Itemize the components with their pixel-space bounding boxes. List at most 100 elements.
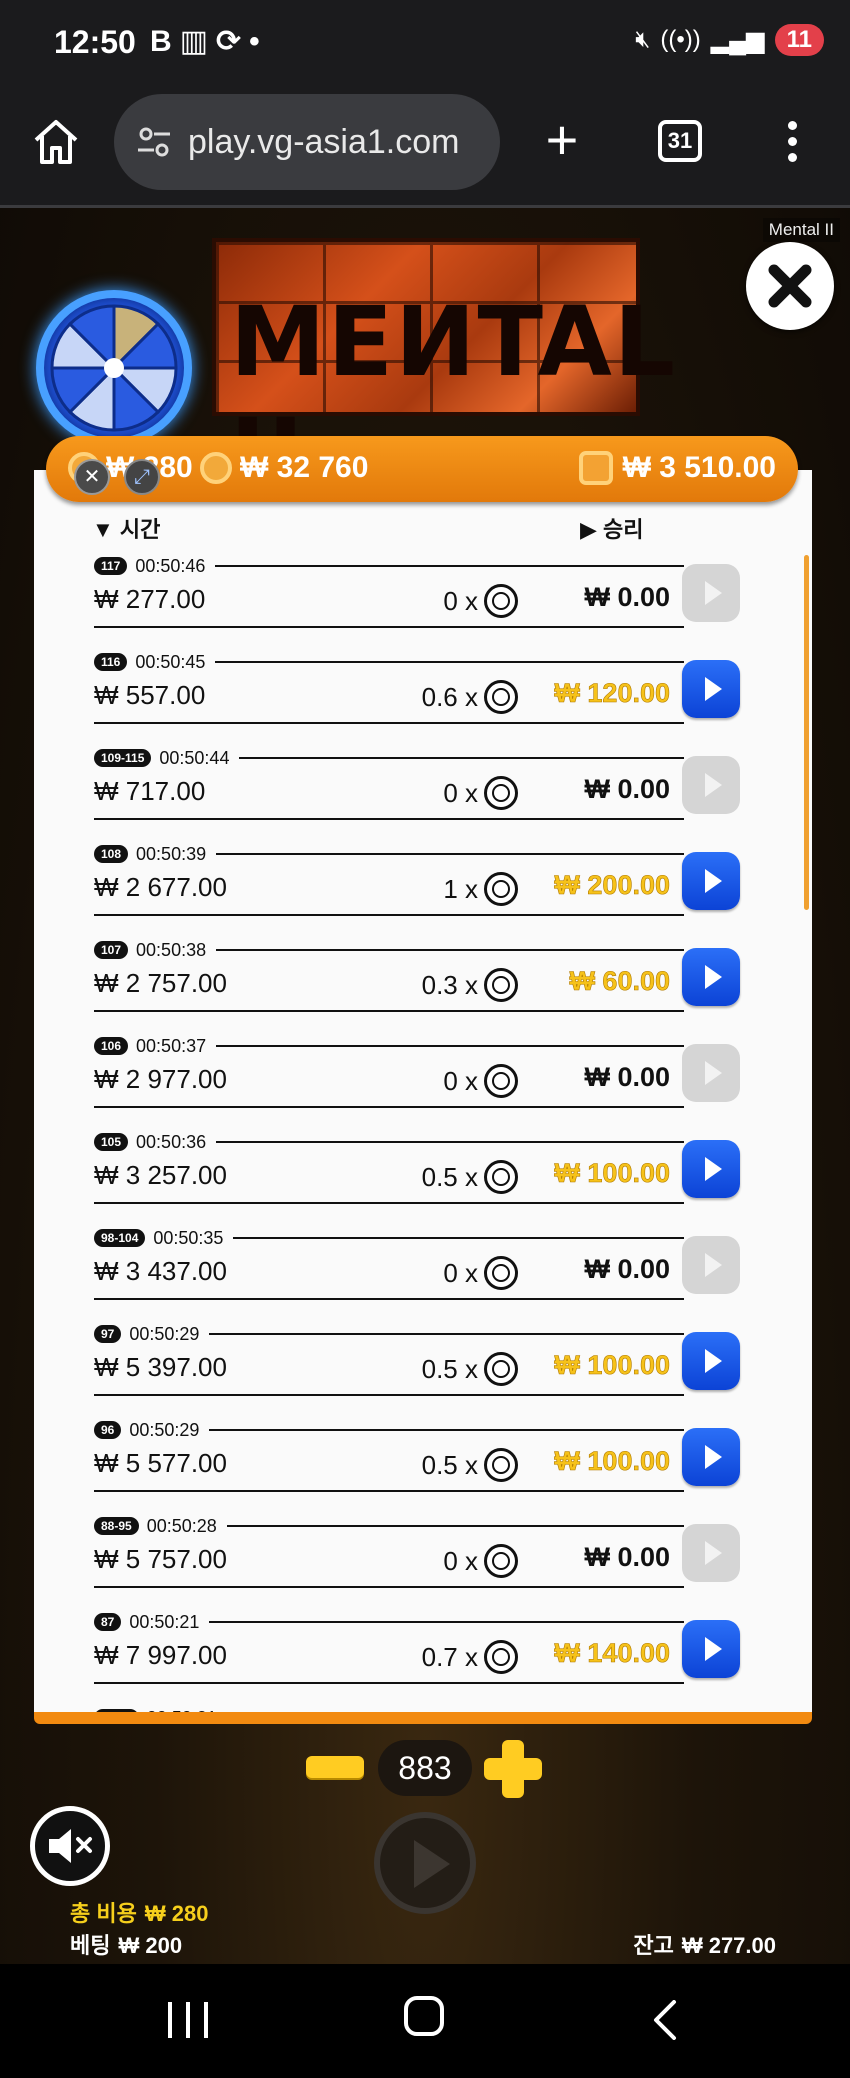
row-time: 00:50:21 bbox=[129, 1611, 200, 1632]
spin-count: 883 bbox=[378, 1740, 472, 1796]
close-game-button[interactable] bbox=[746, 242, 834, 330]
coin-icon bbox=[484, 584, 518, 618]
replay-button[interactable] bbox=[682, 660, 740, 718]
coin-icon bbox=[484, 1352, 518, 1386]
round-badge: 98-104 bbox=[94, 1229, 146, 1247]
replay-button[interactable] bbox=[682, 1332, 740, 1390]
divider bbox=[94, 818, 684, 820]
mute-icon: 🔇︎ bbox=[635, 26, 651, 53]
row-bet: ₩ 2 677.00 bbox=[94, 872, 227, 902]
status-time: 12:50 bbox=[54, 24, 136, 60]
sort-time-header[interactable]: ▼ 시간 bbox=[92, 512, 160, 544]
row-win: ₩ 120.00 bbox=[554, 678, 670, 709]
row-bet: ₩ 557.00 bbox=[94, 680, 206, 710]
divider bbox=[94, 1682, 684, 1684]
replay-button[interactable] bbox=[682, 852, 740, 910]
new-tab-button[interactable]: + bbox=[540, 112, 584, 168]
decrease-bet-button[interactable] bbox=[306, 1756, 364, 1778]
replay-button[interactable] bbox=[682, 1620, 740, 1678]
row-multiplier: 0 x bbox=[443, 584, 518, 618]
round-badge: 88-95 bbox=[94, 1517, 139, 1535]
site-settings-icon[interactable] bbox=[134, 122, 174, 162]
replay-button[interactable] bbox=[682, 948, 740, 1006]
coin-icon bbox=[484, 1544, 518, 1578]
divider bbox=[209, 1333, 684, 1335]
row-time: 00:50:46 bbox=[135, 555, 206, 576]
row-time: 00:50:37 bbox=[136, 1035, 207, 1056]
history-row: 88-95 00:50:28 ₩ 5 757.00 0 x ₩ 0.00 bbox=[94, 1514, 794, 1610]
coin-icon bbox=[484, 680, 518, 714]
close-history-icon[interactable]: ✕ bbox=[74, 459, 110, 495]
row-win: ₩ 100.00 bbox=[554, 1446, 670, 1477]
divider bbox=[94, 1586, 684, 1588]
divider bbox=[94, 722, 684, 724]
row-win: ₩ 0.00 bbox=[584, 582, 670, 612]
sort-win-header[interactable]: ▶ 승리 bbox=[580, 512, 644, 544]
row-meta: 96 00:50:29 bbox=[94, 1418, 684, 1442]
history-row: 107 00:50:38 ₩ 2 757.00 0.3 x ₩ 60.00 bbox=[94, 938, 794, 1034]
replay-button bbox=[682, 1044, 740, 1102]
row-bet: ₩ 2 977.00 bbox=[94, 1064, 227, 1094]
divider bbox=[209, 1621, 684, 1623]
increase-bet-button[interactable] bbox=[484, 1740, 542, 1798]
row-bet: ₩ 3 437.00 bbox=[94, 1256, 227, 1286]
row-multiplier: 0 x bbox=[443, 1256, 518, 1290]
row-time: 00:50:29 bbox=[129, 1323, 200, 1344]
round-badge: 109-115 bbox=[94, 749, 152, 767]
row-time: 00:50:44 bbox=[159, 747, 230, 768]
divider bbox=[216, 853, 684, 855]
history-panel: ▼ 시간 ▶ 승리 117 00:50:46 ₩ 277.00 0 x ₩ 0.00 11… bbox=[34, 470, 812, 1724]
spin-button[interactable] bbox=[374, 1812, 476, 1914]
tab-switcher-button[interactable]: 31 bbox=[658, 120, 702, 162]
coin-icon bbox=[484, 1448, 518, 1482]
row-multiplier: 0.5 x bbox=[422, 1448, 518, 1482]
divider bbox=[226, 1525, 684, 1527]
replay-button[interactable] bbox=[682, 1428, 740, 1486]
row-multiplier: 0 x bbox=[443, 1544, 518, 1578]
row-bet: ₩ 5 757.00 bbox=[94, 1544, 227, 1574]
coin-icon bbox=[484, 1640, 518, 1674]
replay-button bbox=[682, 756, 740, 814]
divider bbox=[227, 1717, 684, 1719]
notification-b-icon: B bbox=[150, 25, 180, 58]
divider bbox=[94, 1394, 684, 1396]
row-win: ₩ 0.00 bbox=[584, 1542, 670, 1572]
row-meta: 117 00:50:46 bbox=[94, 554, 684, 578]
row-time: 00:50:36 bbox=[136, 1131, 207, 1152]
history-scrollbar[interactable] bbox=[804, 555, 809, 910]
divider bbox=[239, 757, 684, 759]
row-multiplier: 0.7 x bbox=[422, 1640, 518, 1674]
screen: 12:50 B▥⟳• 🔇︎ ((•)) ▂▄▆ 11 play.vg-asia1… bbox=[0, 0, 850, 2078]
replay-button bbox=[682, 1524, 740, 1582]
row-win: ₩ 200.00 bbox=[554, 870, 670, 901]
divider bbox=[94, 914, 684, 916]
coin-icon bbox=[484, 968, 518, 1002]
bonus-wheel-icon[interactable] bbox=[36, 290, 192, 446]
row-meta: 105 00:50:36 bbox=[94, 1130, 684, 1154]
round-badge: 108 bbox=[94, 845, 129, 863]
row-bet: ₩ 717.00 bbox=[94, 776, 206, 806]
row-meta: 116 00:50:45 bbox=[94, 650, 684, 674]
expand-icon[interactable]: ⤢ bbox=[124, 459, 160, 495]
divider bbox=[94, 1298, 684, 1300]
row-multiplier: 0.6 x bbox=[422, 680, 518, 714]
notification-dot-icon: • bbox=[249, 25, 268, 58]
back-button[interactable] bbox=[650, 2000, 680, 2040]
round-badge: 81-86 bbox=[94, 1709, 139, 1712]
row-time: 00:50:45 bbox=[135, 651, 206, 672]
replay-button[interactable] bbox=[682, 1140, 740, 1198]
row-win: ₩ 100.00 bbox=[554, 1158, 670, 1189]
row-time: 00:50:39 bbox=[136, 843, 207, 864]
history-row: 98-104 00:50:35 ₩ 3 437.00 0 x ₩ 0.00 bbox=[94, 1226, 794, 1322]
divider bbox=[215, 565, 684, 567]
sound-mute-icon[interactable] bbox=[30, 1806, 110, 1886]
address-bar[interactable]: play.vg-asia1.com bbox=[114, 94, 500, 190]
home-icon[interactable] bbox=[30, 116, 82, 168]
recent-apps-button[interactable] bbox=[168, 2002, 208, 2038]
divider bbox=[94, 1202, 684, 1204]
nav-home-button[interactable] bbox=[404, 1996, 444, 2036]
row-time: 00:50:38 bbox=[136, 939, 207, 960]
row-time: 00:50:29 bbox=[129, 1419, 200, 1440]
browser-menu-icon[interactable] bbox=[780, 116, 804, 168]
row-multiplier: 0.5 x bbox=[422, 1352, 518, 1386]
